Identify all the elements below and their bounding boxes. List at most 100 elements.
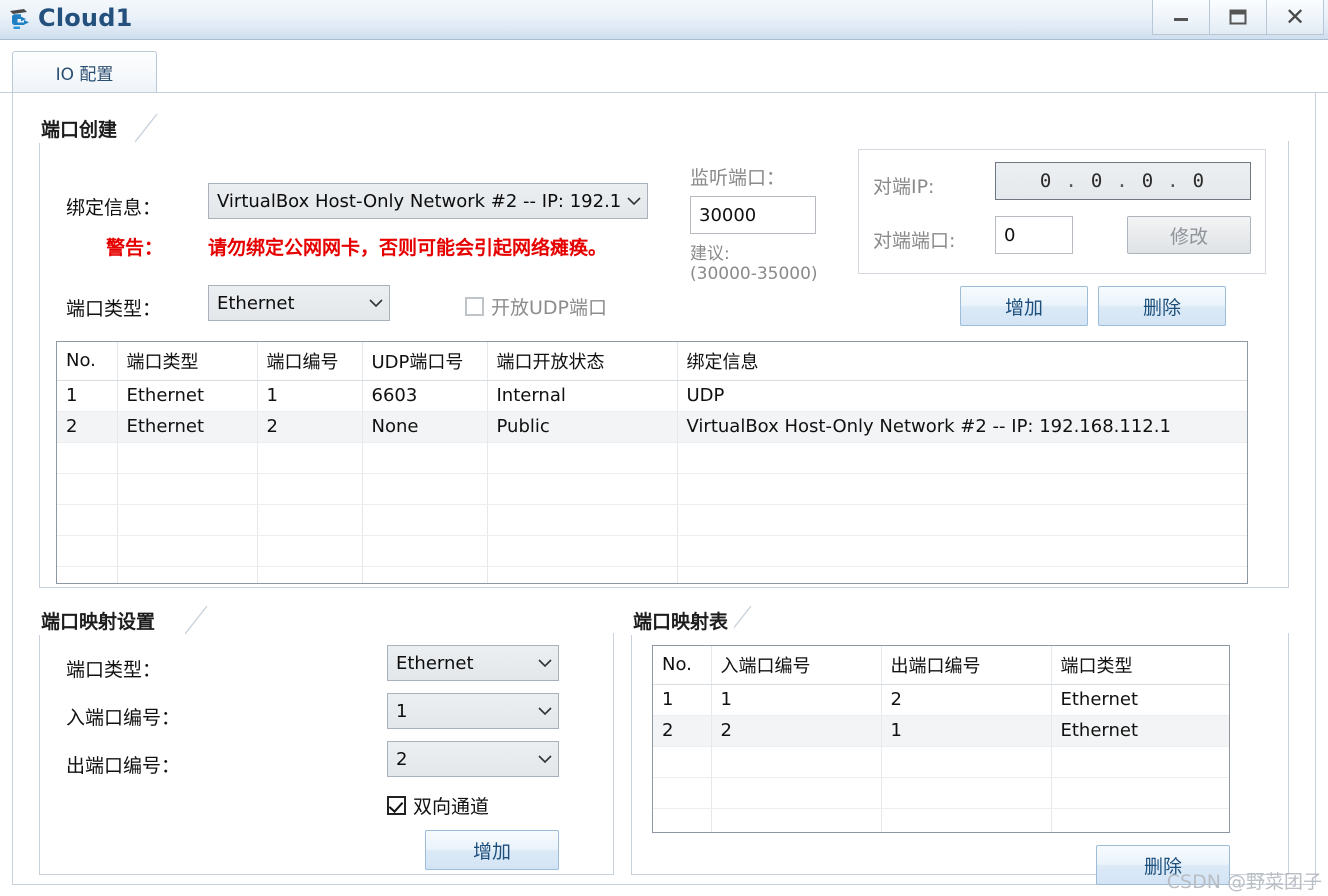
cell-type: Ethernet: [1051, 684, 1229, 716]
minimize-button[interactable]: [1152, 0, 1210, 35]
peer-ip-octet-4: 0: [1192, 170, 1207, 192]
group-mapping-settings-body: 端口类型： Ethernet 入端口编号： 1 出端口编号： 2 双向通道 增加: [39, 633, 614, 875]
table-row[interactable]: 1 Ethernet 1 6603 Internal UDP: [57, 380, 1247, 412]
bidirectional-channel-label: 双向通道: [413, 796, 490, 818]
table-row-empty[interactable]: [57, 473, 1247, 505]
mapping-port-type-combo[interactable]: Ethernet: [387, 645, 559, 681]
listen-port-suggest-line1: 建议:: [690, 244, 730, 264]
modify-button-label: 修改: [1169, 225, 1208, 248]
cell-udp: 6603: [362, 380, 488, 412]
port-table-col-state: 端口开放状态: [487, 342, 678, 381]
tab-strip: IO 配置: [0, 40, 1328, 93]
mapping-out-port-combo[interactable]: 2: [387, 741, 559, 777]
group-port-creation-notch: [134, 113, 163, 143]
port-table-head: No. 端口类型 端口编号 UDP端口号 端口开放状态 绑定信息: [57, 342, 1247, 381]
modify-button[interactable]: 修改: [1127, 216, 1251, 254]
binding-info-value: VirtualBox Host-Only Network #2 -- IP: 1…: [217, 190, 621, 212]
cell-state: Public: [487, 411, 678, 443]
mapping-out-port-value: 2: [396, 748, 408, 770]
peer-ip-dot-3: .: [1167, 170, 1181, 192]
group-mapping-settings-notch: [184, 605, 213, 635]
mapping-port-type-value: Ethernet: [396, 652, 474, 674]
chevron-down-icon: [532, 754, 558, 764]
table-row-empty[interactable]: [57, 566, 1247, 583]
add-mapping-button[interactable]: 增加: [425, 830, 559, 870]
peer-ip-input[interactable]: 0 . 0 . 0 . 0: [995, 162, 1251, 200]
cell-state: Internal: [487, 380, 678, 412]
table-row-empty[interactable]: [57, 504, 1247, 536]
cell-binding: VirtualBox Host-Only Network #2 -- IP: 1…: [677, 411, 1247, 443]
delete-port-button[interactable]: 删除: [1098, 286, 1226, 326]
listen-port-value: 30000: [699, 204, 757, 226]
cell-no: 2: [57, 411, 118, 443]
mapping-table-col-in: 入端口编号: [711, 646, 882, 685]
table-row[interactable]: 2 Ethernet 2 None Public VirtualBox Host…: [57, 411, 1247, 443]
mapping-port-type-label: 端口类型：: [66, 659, 162, 681]
window-title: Cloud1: [38, 4, 133, 32]
table-row-empty[interactable]: [653, 746, 1229, 778]
peer-ip-octet-2: 0: [1090, 170, 1105, 192]
port-table-col-no: No.: [57, 342, 118, 381]
cell-in-port: 2: [711, 715, 882, 747]
port-table-header-row: No. 端口类型 端口编号 UDP端口号 端口开放状态 绑定信息: [57, 342, 1247, 381]
bidirectional-channel-checkbox[interactable]: 双向通道: [387, 792, 489, 819]
cell-number: 1: [257, 380, 363, 412]
table-row-empty[interactable]: [57, 442, 1247, 474]
cell-out-port: 1: [881, 715, 1052, 747]
table-row[interactable]: 2 2 1 Ethernet: [653, 715, 1229, 747]
mapping-in-port-combo[interactable]: 1: [387, 693, 559, 729]
mapping-table-col-no: No.: [653, 646, 712, 685]
watermark: CSDN @野菜团子: [1166, 871, 1322, 893]
group-mapping-settings: 端口映射设置 端口类型： Ethernet 入端口编号： 1 出端口编号： 2 …: [39, 605, 614, 875]
port-type-label: 端口类型：: [66, 298, 162, 320]
cell-type: Ethernet: [117, 411, 258, 443]
group-port-creation-body: 绑定信息： VirtualBox Host-Only Network #2 --…: [39, 141, 1289, 588]
cloud-config-window: Cloud1 ✕ IO 配置 端口创建 绑定信息： VirtualBox Hos…: [0, 0, 1328, 896]
chevron-down-icon: [363, 298, 389, 308]
peer-ip-dot-2: .: [1116, 170, 1130, 192]
peer-port-input[interactable]: 0: [995, 216, 1073, 254]
mapping-table[interactable]: No. 入端口编号 出端口编号 端口类型 1 1 2 Ethernet 2 2 …: [652, 645, 1230, 833]
add-port-button[interactable]: 增加: [960, 286, 1088, 326]
cell-no: 2: [653, 715, 712, 747]
port-table-col-number: 端口编号: [257, 342, 363, 381]
binding-info-combo[interactable]: VirtualBox Host-Only Network #2 -- IP: 1…: [208, 183, 648, 219]
table-row[interactable]: 1 1 2 Ethernet: [653, 684, 1229, 716]
add-port-button-label: 增加: [1004, 296, 1043, 319]
close-button[interactable]: ✕: [1266, 0, 1324, 35]
tab-io-config[interactable]: IO 配置: [12, 51, 157, 93]
port-table[interactable]: No. 端口类型 端口编号 UDP端口号 端口开放状态 绑定信息 1 Ether…: [56, 341, 1248, 584]
chevron-down-icon: [532, 706, 558, 716]
peer-port-value: 0: [1004, 224, 1016, 246]
mapping-table-col-out: 出端口编号: [881, 646, 1052, 685]
maximize-icon: [1228, 8, 1248, 26]
mapping-in-port-label: 入端口编号：: [66, 707, 181, 729]
group-mapping-table: 端口映射表 No. 入端口编号 出端口编号 端口类型 1 1 2 Etherne…: [631, 605, 1289, 885]
cell-in-port: 1: [711, 684, 882, 716]
peer-port-label: 对端端口:: [873, 230, 956, 252]
listen-port-label: 监听端口：: [690, 167, 786, 189]
port-type-value: Ethernet: [217, 292, 295, 314]
mapping-out-port-label: 出端口编号：: [66, 755, 181, 777]
window-controls: ✕: [1152, 0, 1324, 36]
port-type-combo[interactable]: Ethernet: [208, 285, 390, 321]
maximize-button[interactable]: [1209, 0, 1267, 35]
group-port-creation: 端口创建 绑定信息： VirtualBox Host-Only Network …: [39, 113, 1289, 588]
cell-number: 2: [257, 411, 363, 443]
table-row-empty[interactable]: [57, 535, 1247, 567]
group-mapping-settings-caption: 端口映射设置: [39, 605, 162, 635]
add-mapping-button-label: 增加: [472, 840, 511, 863]
table-row-empty[interactable]: [653, 808, 1229, 832]
peer-endpoint-panel: 对端IP: 0 . 0 . 0 . 0 对端端口: 0 修改: [858, 149, 1266, 274]
warning-label: 警告：: [106, 237, 164, 259]
mapping-table-grid: No. 入端口编号 出端口编号 端口类型 1 1 2 Ethernet 2 2 …: [653, 646, 1229, 832]
listen-port-input[interactable]: 30000: [690, 196, 816, 234]
table-row-empty[interactable]: [653, 777, 1229, 809]
cell-no: 1: [57, 380, 118, 412]
checkbox-box-icon: [465, 297, 484, 316]
open-udp-port-checkbox[interactable]: 开放UDP端口: [465, 293, 607, 320]
mapping-table-col-type: 端口类型: [1051, 646, 1229, 685]
peer-ip-label: 对端IP:: [873, 176, 935, 198]
cell-type: Ethernet: [117, 380, 258, 412]
mapping-in-port-value: 1: [396, 700, 408, 722]
